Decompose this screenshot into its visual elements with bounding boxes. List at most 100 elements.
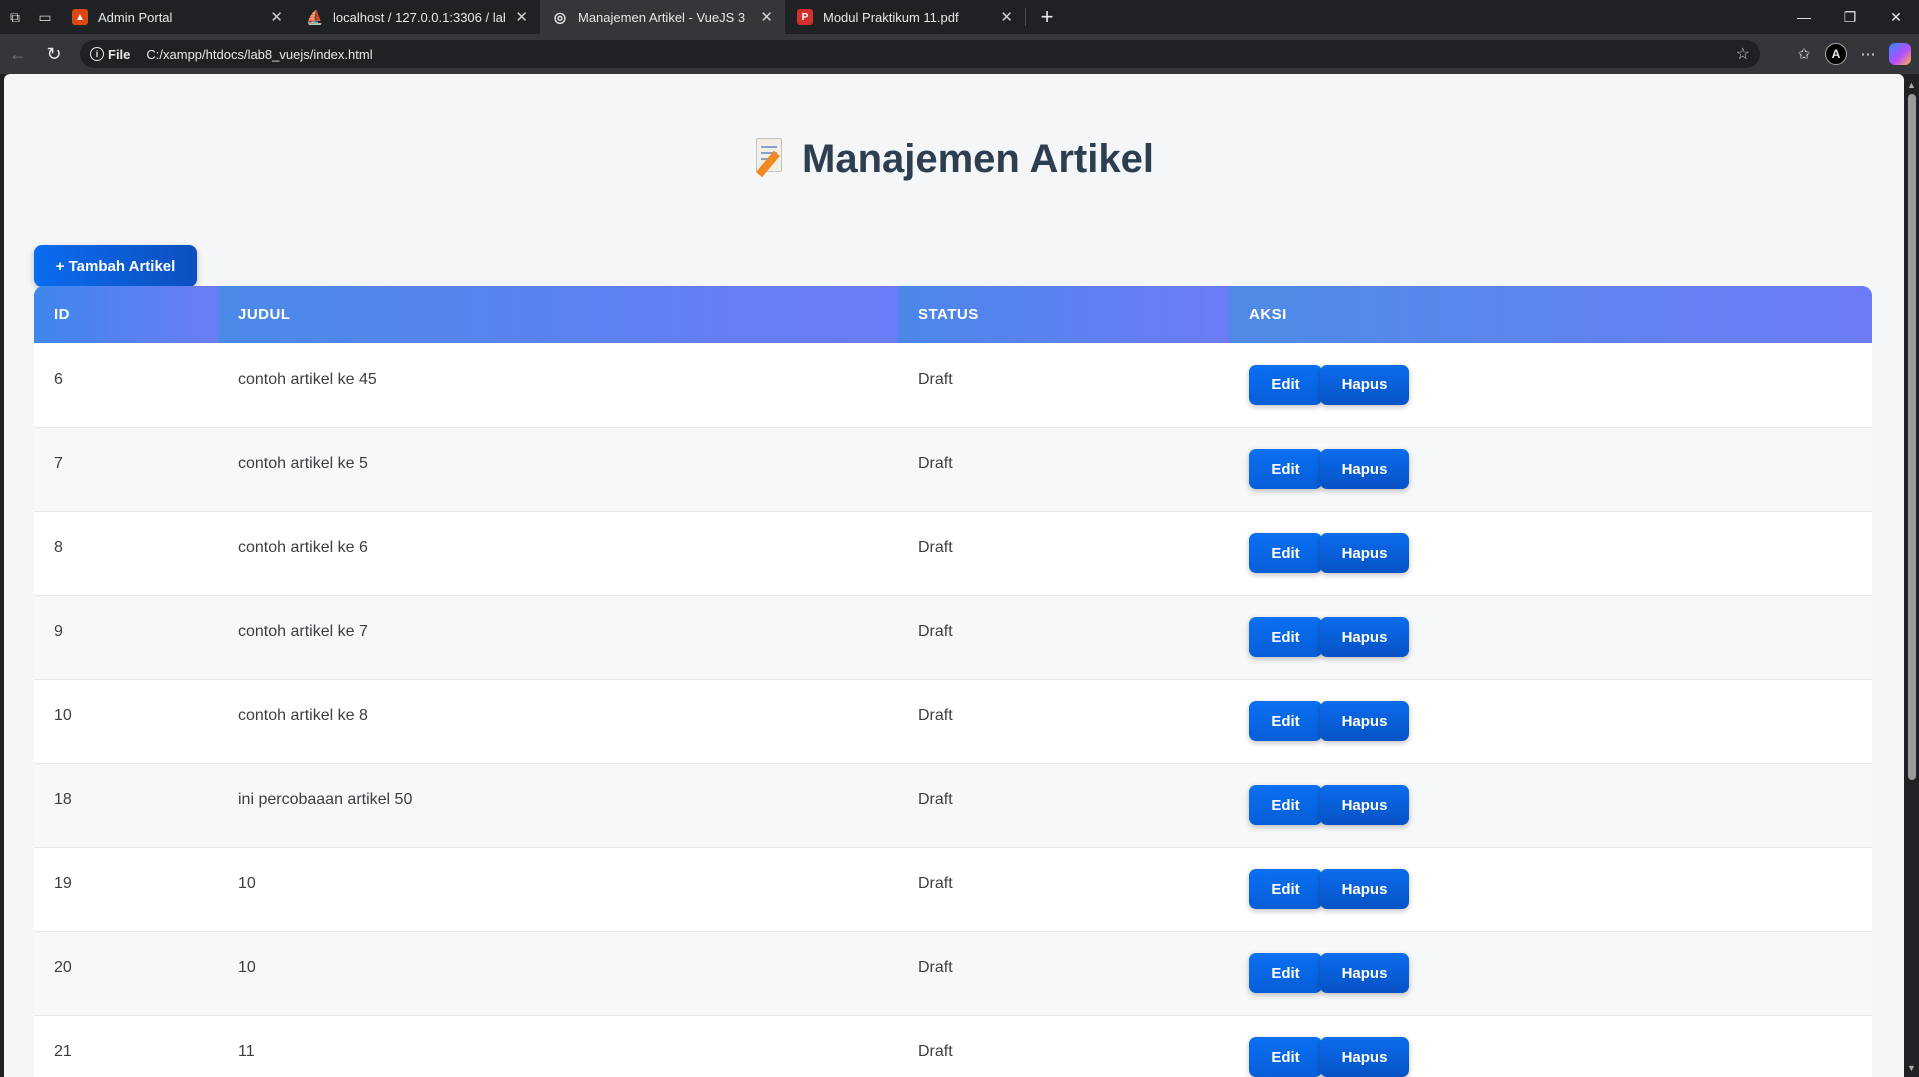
edit-button[interactable]: Edit — [1249, 869, 1322, 909]
scrollbar[interactable]: ▲ ▼ — [1904, 74, 1919, 1077]
site-info-button[interactable]: i File — [90, 47, 130, 62]
delete-button[interactable]: Hapus — [1320, 785, 1409, 825]
cell-aksi: Edit Hapus — [1229, 679, 1872, 763]
cell-id: 8 — [54, 539, 63, 556]
tab-title: Admin Portal — [98, 9, 173, 25]
minimize-icon[interactable]: — — [1781, 0, 1827, 34]
edit-button[interactable]: Edit — [1249, 533, 1322, 573]
back-arrow-icon[interactable]: ← — [0, 36, 36, 72]
url-field[interactable]: i File C:/xampp/htdocs/lab8_vuejs/index.… — [80, 40, 1760, 68]
toolbar-right: ✩ A ⋯ — [1789, 38, 1911, 70]
cell-id: 10 — [54, 707, 72, 724]
close-icon[interactable]: ✕ — [270, 8, 283, 26]
articles-table: ID JUDUL STATUS AKSI 6 contoh artikel ke … — [34, 286, 1872, 1077]
tab-phpmyadmin[interactable]: ⛵ localhost / 127.0.0.1:3306 / lab_ci ✕ — [295, 0, 540, 34]
cell-id: 7 — [54, 455, 63, 472]
table-row: 21 11 Draft Edit Hapus — [34, 1015, 1872, 1077]
cell-id: 6 — [54, 370, 63, 388]
page-title: Manajemen Artikel — [4, 136, 1904, 182]
reload-icon[interactable]: ↻ — [36, 36, 72, 72]
cell-status: Draft — [918, 707, 953, 724]
table-row: 19 10 Draft Edit Hapus — [34, 847, 1872, 931]
page-viewport: Manajemen Artikel + Tambah Artikel ID JU… — [4, 74, 1904, 1077]
delete-button[interactable]: Hapus — [1320, 953, 1409, 993]
new-tab-icon[interactable]: + — [1032, 2, 1062, 32]
cell-judul: 10 — [238, 875, 256, 892]
add-article-button[interactable]: + Tambah Artikel — [34, 245, 197, 287]
cell-status: Draft — [918, 959, 953, 976]
table-body: 6 contoh artikel ke 45 Draft Edit Hapus 7 cont… — [34, 343, 1872, 1077]
info-icon: i — [90, 47, 104, 61]
cell-aksi: Edit Hapus — [1229, 595, 1872, 679]
close-icon[interactable]: ✕ — [760, 8, 773, 26]
edit-button[interactable]: Edit — [1249, 617, 1322, 657]
scroll-down-arrow-icon[interactable]: ▼ — [1907, 1063, 1916, 1073]
cell-id: 19 — [54, 875, 72, 892]
globe-icon: ◎ — [553, 8, 567, 25]
cell-status: Draft — [918, 455, 953, 472]
cell-status: Draft — [918, 623, 953, 640]
tab-modul-praktikum[interactable]: P Modul Praktikum 11.pdf ✕ — [785, 0, 1025, 34]
delete-button[interactable]: Hapus — [1320, 701, 1409, 741]
workspaces-icon[interactable]: ⧉ — [0, 2, 30, 32]
cell-aksi: Edit Hapus — [1229, 763, 1872, 847]
delete-button[interactable]: Hapus — [1320, 617, 1409, 657]
delete-button[interactable]: Hapus — [1320, 1037, 1409, 1077]
close-icon[interactable]: ✕ — [1000, 8, 1013, 26]
table-row: 20 10 Draft Edit Hapus — [34, 931, 1872, 1015]
restore-icon[interactable]: ❐ — [1827, 0, 1873, 34]
memo-emoji-icon — [754, 136, 788, 178]
cell-status: Draft — [918, 370, 953, 388]
cell-aksi: Edit Hapus — [1229, 343, 1872, 427]
delete-button[interactable]: Hapus — [1320, 364, 1409, 405]
favorite-star-icon[interactable]: ☆ — [1736, 44, 1750, 64]
cell-aksi: Edit Hapus — [1229, 931, 1872, 1015]
tab-separator — [1025, 8, 1026, 26]
scrollbar-thumb[interactable] — [1908, 94, 1916, 780]
tab-title: Manajemen Artikel - VueJS 3 — [578, 9, 746, 25]
cell-status: Draft — [918, 1043, 953, 1060]
tab-title: Modul Praktikum 11.pdf — [823, 9, 959, 25]
close-icon[interactable]: ✕ — [515, 8, 528, 26]
tab-strip: ⧉ ▭ ▲ Admin Portal ✕ ⛵ localhost / 127.0… — [0, 0, 1919, 34]
cell-id: 20 — [54, 959, 72, 976]
address-bar: ← ↻ i File C:/xampp/htdocs/lab8_vuejs/in… — [0, 34, 1919, 74]
tab-title: localhost / 127.0.0.1:3306 / lab_ci — [333, 9, 505, 25]
delete-button[interactable]: Hapus — [1320, 449, 1409, 489]
copilot-icon[interactable] — [1889, 43, 1911, 65]
page-title-text: Manajemen Artikel — [802, 137, 1154, 181]
delete-button[interactable]: Hapus — [1320, 869, 1409, 909]
edit-button[interactable]: Edit — [1249, 1037, 1322, 1077]
close-window-icon[interactable]: ✕ — [1873, 0, 1919, 34]
table-row: 10 contoh artikel ke 8 Draft Edit Hapus — [34, 679, 1872, 763]
tab-manajemen-artikel[interactable]: ◎ Manajemen Artikel - VueJS 3 ✕ — [540, 0, 785, 34]
cell-judul: contoh artikel ke 45 — [238, 370, 377, 388]
cell-judul: ini percobaaan artikel 50 — [238, 791, 413, 808]
table-row: 9 contoh artikel ke 7 Draft Edit Hapus — [34, 595, 1872, 679]
edit-button[interactable]: Edit — [1249, 701, 1322, 741]
cell-id: 21 — [54, 1043, 72, 1060]
cell-status: Draft — [918, 791, 953, 808]
edit-button[interactable]: Edit — [1249, 364, 1322, 405]
cell-id: 9 — [54, 623, 63, 640]
edit-button[interactable]: Edit — [1249, 449, 1322, 489]
cell-judul: contoh artikel ke 8 — [238, 707, 368, 724]
tab-admin-portal[interactable]: ▲ Admin Portal ✕ — [60, 0, 295, 34]
favorites-icon[interactable]: ✩ — [1789, 39, 1819, 69]
profile-avatar[interactable]: A — [1825, 43, 1847, 65]
edit-button[interactable]: Edit — [1249, 785, 1322, 825]
scroll-up-arrow-icon[interactable]: ▲ — [1907, 80, 1916, 90]
column-header-id: ID — [34, 286, 218, 343]
column-header-status: STATUS — [898, 286, 1229, 343]
cell-id: 18 — [54, 791, 72, 808]
delete-button[interactable]: Hapus — [1320, 533, 1409, 573]
cell-judul: contoh artikel ke 6 — [238, 539, 368, 556]
table-row: 7 contoh artikel ke 5 Draft Edit Hapus — [34, 427, 1872, 511]
vertical-tabs-icon[interactable]: ▭ — [30, 2, 60, 32]
cell-judul: contoh artikel ke 5 — [238, 455, 368, 472]
more-menu-icon[interactable]: ⋯ — [1853, 39, 1883, 69]
table-header-row: ID JUDUL STATUS AKSI — [34, 286, 1872, 343]
cell-aksi: Edit Hapus — [1229, 511, 1872, 595]
cell-judul: 10 — [238, 959, 256, 976]
edit-button[interactable]: Edit — [1249, 953, 1322, 993]
